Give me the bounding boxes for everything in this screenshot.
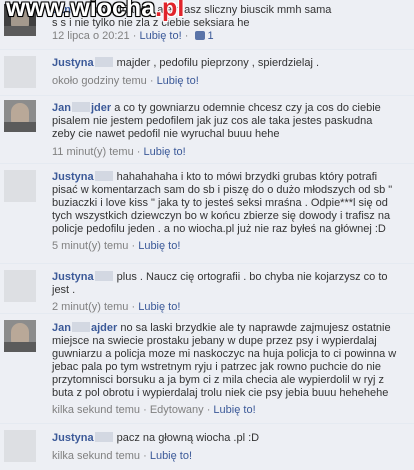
comment-text-line: pisalem nie jestem pedofilem jak juz cos…	[52, 115, 373, 127]
comment-author[interactable]: Jan	[52, 102, 71, 114]
like-button[interactable]: Lubię to!	[138, 301, 180, 313]
comment-time[interactable]: 11 minut(y) temu	[52, 146, 134, 158]
like-button[interactable]: Lubię to!	[150, 450, 192, 462]
comment-meta: kilka sekund temu · Lubię to!	[52, 450, 193, 462]
comment: Justyna pacz na głowną wiocha .pl :D kil…	[0, 424, 414, 470]
comment-text-line: guwniarzu a policja moze mi naskoczyc na…	[52, 348, 397, 360]
comment-text-line: miejsce na swiecie prostaku jebany w dup…	[52, 335, 377, 347]
blurred-name	[94, 57, 113, 67]
like-button[interactable]: Lubię to!	[139, 30, 181, 42]
blurred-name	[94, 171, 113, 181]
wiocha-watermark-logo: www.wiocha.pl	[6, 0, 185, 22]
comment-text-line: jest .	[52, 284, 76, 296]
comment-time[interactable]: około godziny temu	[52, 75, 147, 87]
comment-text-line: tych wszystkich dziewczyn bo w końcu zbi…	[52, 210, 391, 222]
comment-meta: 12 lipca o 20:21 · Lubię to! · 1	[52, 30, 214, 42]
blurred-name	[94, 432, 113, 442]
comment-text: pacz na głowną wiocha .pl :D	[116, 432, 260, 444]
like-button[interactable]: Lubię to!	[213, 404, 255, 416]
avatar[interactable]	[4, 320, 36, 352]
comment-text: majder , pedofilu pieprzony , spierdziel…	[116, 57, 320, 69]
comment: Justyna plus . Naucz cię ortografii . bo…	[0, 264, 414, 314]
blurred-name	[71, 322, 90, 332]
like-button[interactable]: Lubię to!	[138, 240, 180, 252]
avatar[interactable]	[4, 430, 36, 462]
comment-meta: 11 minut(y) temu · Lubię to!	[52, 146, 186, 158]
comment-author[interactable]: Jan	[52, 322, 71, 334]
avatar[interactable]	[4, 270, 36, 302]
comment-author[interactable]: Justyna	[52, 432, 94, 444]
blurred-name	[94, 271, 113, 281]
comment-text-line: zeby cie nawet pedofil nie wyruchal buuu…	[52, 128, 280, 140]
comment: Justyna majder , pedofilu pieprzony , sp…	[0, 50, 414, 96]
blurred-name	[71, 102, 90, 112]
comment-author[interactable]: Justyna	[52, 57, 94, 69]
comment-meta: około godziny temu · Lubię to!	[52, 75, 199, 87]
comment-meta: 2 minut(y) temu · Lubię to!	[52, 301, 181, 313]
comment-text-line: jebac pala po tym wstretnym ryju i patrz…	[52, 361, 381, 373]
like-count[interactable]: 1	[207, 30, 213, 42]
thumbs-up-icon	[195, 31, 206, 40]
comment-thread: Jan nio nio adrianciu ale masz sliczny b…	[0, 0, 414, 470]
avatar[interactable]	[4, 170, 36, 202]
comment: Justyna hahahahaha i kto to mówi brzydki…	[0, 164, 414, 264]
comment-meta: kilka sekund temu · Edytowany · Lubię to…	[52, 404, 256, 416]
comment: Jan jder a co ty gowniarzu odemnie chcesz…	[0, 96, 414, 164]
comment-time[interactable]: 2 minut(y) temu	[52, 301, 128, 313]
comment-time[interactable]: 12 lipca o 20:21	[52, 30, 130, 42]
comment: Jan ajder no sa laski brzydkie ale ty nap…	[0, 314, 414, 424]
comment-time[interactable]: kilka sekund temu	[52, 450, 140, 462]
comment-text-line: buta z pol obrotu i wypierdalaj trolu ni…	[52, 387, 389, 399]
edited-label: Edytowany	[149, 404, 204, 416]
comment-text-line: buziaczki i love kiss " jaka ty to jeste…	[52, 197, 388, 209]
like-button[interactable]: Lubię to!	[157, 75, 199, 87]
comment-text-line: policje pedofilu jeden . a no wiocha.pl …	[52, 223, 386, 235]
avatar[interactable]	[4, 100, 36, 132]
comment-author[interactable]: Justyna	[52, 271, 94, 283]
comment-text-line: pisać w komentarzach sam do sb i piszę d…	[52, 184, 393, 196]
comment-text-line: przytomnisci borsuku a ja bym ci z mila …	[52, 374, 384, 386]
comment-time[interactable]: 5 minut(y) temu	[52, 240, 128, 252]
comment-meta: 5 minut(y) temu · Lubię to!	[52, 240, 181, 252]
like-button[interactable]: Lubię to!	[144, 146, 186, 158]
comment-author[interactable]: Justyna	[52, 171, 94, 183]
avatar[interactable]	[4, 56, 36, 88]
comment-time[interactable]: kilka sekund temu	[52, 404, 140, 416]
